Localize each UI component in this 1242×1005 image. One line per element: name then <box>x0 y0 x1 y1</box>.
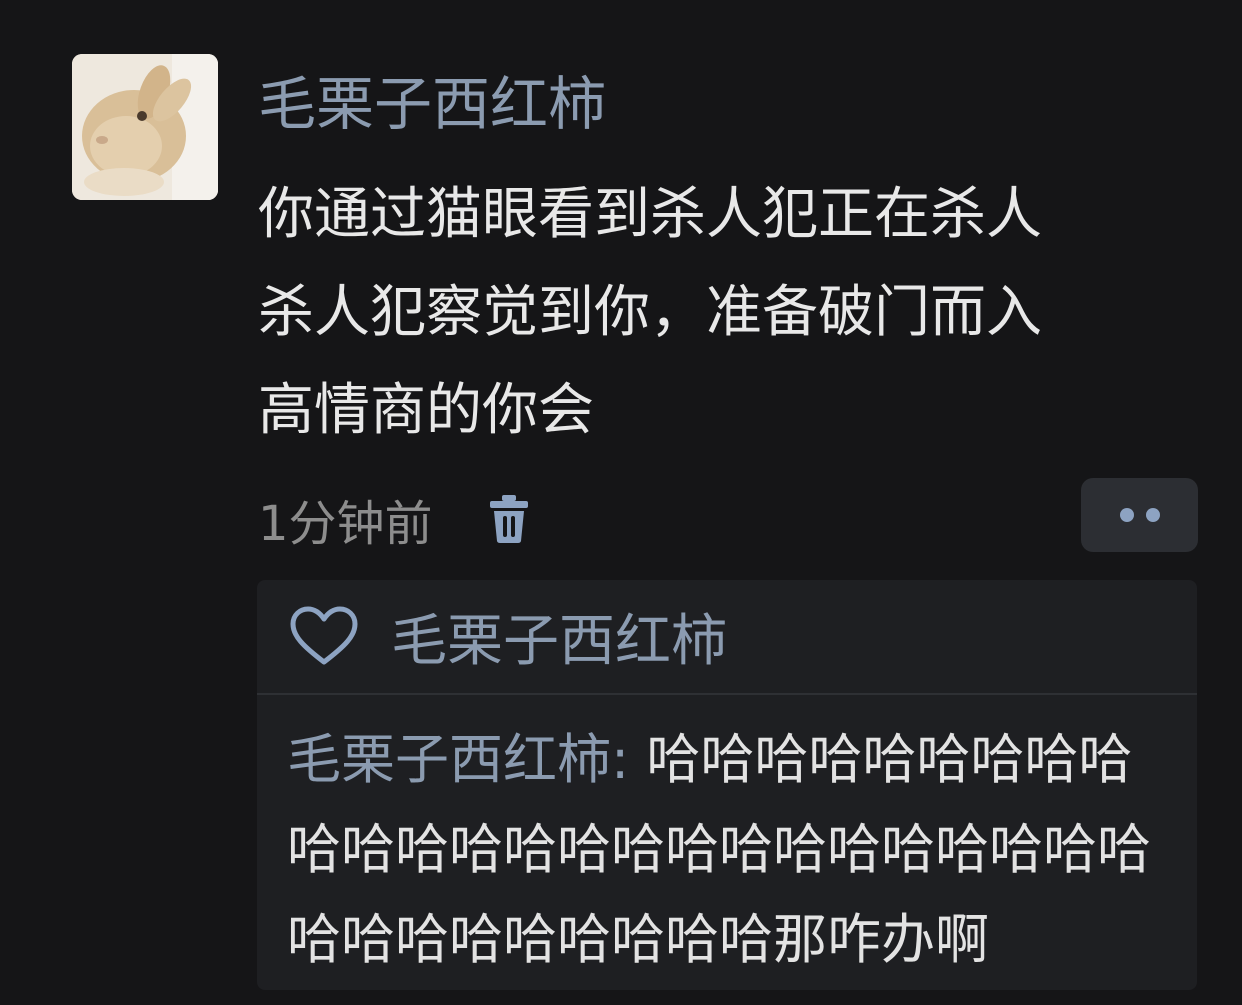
post-text-line: 高情商的你会 <box>258 378 594 443</box>
likes-row: 毛栗子西红柿 <box>257 580 1197 695</box>
post-text: 你通过猫眼看到杀人犯正在杀人 杀人犯察觉到你，准备破门而入 高情商的你会 <box>258 166 1218 460</box>
more-dots-icon <box>1119 508 1134 522</box>
reply-text: 哈哈哈哈哈哈哈哈哈哈哈哈哈哈哈哈 <box>287 818 1151 881</box>
reply-line: 毛栗子西红柿: 哈哈哈哈哈哈哈哈哈 <box>287 715 1187 805</box>
interaction-panel: 毛栗子西红柿 毛栗子西红柿: 哈哈哈哈哈哈哈哈哈 哈哈哈哈哈哈哈哈哈哈哈哈哈哈哈… <box>257 580 1197 990</box>
post-timestamp: 1分钟前 <box>258 496 433 552</box>
post-meta-row: 1分钟前 <box>258 486 535 552</box>
liker-name[interactable]: 毛栗子西红柿 <box>391 596 727 677</box>
heart-icon[interactable] <box>289 606 359 668</box>
trash-icon <box>489 495 528 543</box>
reply-author-name[interactable]: 毛栗子西红柿: <box>287 728 629 791</box>
reply-comment: 毛栗子西红柿: 哈哈哈哈哈哈哈哈哈 哈哈哈哈哈哈哈哈哈哈哈哈哈哈哈哈 哈哈哈哈哈… <box>257 695 1197 985</box>
more-options-button[interactable] <box>1081 478 1198 552</box>
post-text-line: 你通过猫眼看到杀人犯正在杀人 <box>258 182 1042 247</box>
avatar[interactable] <box>72 54 218 200</box>
reply-text: 哈哈哈哈哈哈哈哈哈那咋办啊 <box>287 908 989 971</box>
post-text-line: 杀人犯察觉到你，准备破门而入 <box>258 280 1042 345</box>
rabbit-avatar-icon <box>72 54 218 200</box>
delete-button[interactable] <box>483 489 535 549</box>
reply-text: 哈哈哈哈哈哈哈哈哈 <box>629 728 1133 791</box>
more-dots-icon <box>1145 508 1160 522</box>
post-author-name[interactable]: 毛栗子西红柿 <box>258 66 606 142</box>
